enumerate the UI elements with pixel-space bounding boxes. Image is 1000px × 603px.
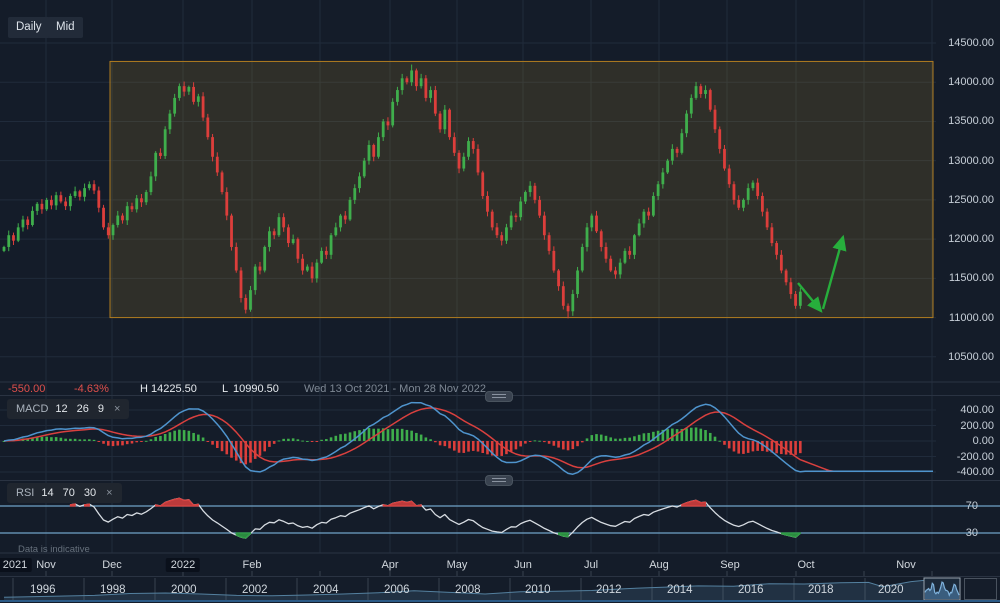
rsi-param-overbought: 70	[63, 487, 75, 499]
macd-axis-label: 200.00	[934, 420, 994, 432]
time-axis-label: Nov	[31, 558, 61, 572]
nav-year-label: 1998	[100, 584, 126, 596]
rsi-close-icon[interactable]: ×	[106, 487, 112, 499]
nav-year-label: 2002	[242, 584, 268, 596]
nav-year-label: 2004	[313, 584, 339, 596]
time-axis-label: Jul	[579, 558, 603, 572]
rsi-level-label: 30	[918, 527, 978, 539]
macd-axis-label: -400.00	[934, 466, 994, 478]
nav-year-label: 2020	[878, 584, 904, 596]
change-percent: -4.63%	[74, 383, 109, 395]
nav-year-label: 2008	[455, 584, 481, 596]
price-axis-label: 11500.00	[934, 272, 994, 284]
chart-canvas[interactable]	[0, 0, 1000, 603]
time-axis-label: 2022	[166, 558, 200, 572]
high-label: H	[140, 383, 148, 395]
time-axis-label: Oct	[792, 558, 819, 572]
macd-param-slow: 26	[77, 403, 89, 415]
time-axis-label: Aug	[644, 558, 674, 572]
timeframe-daily-button[interactable]: Daily	[8, 17, 50, 38]
date-range: Wed 13 Oct 2021 - Mon 28 Nov 2022	[304, 383, 486, 395]
panel-resize-handle-icon[interactable]	[485, 391, 513, 402]
navigator-future-box[interactable]	[965, 579, 997, 600]
macd-panel-series	[3, 403, 933, 475]
macd-axis-label: 400.00	[934, 404, 994, 416]
price-axis-label: 14500.00	[934, 37, 994, 49]
macd-axis-label: -200.00	[934, 451, 994, 463]
macd-axis-label: 0.00	[934, 435, 994, 447]
panel-resize-handle-icon[interactable]	[485, 475, 513, 486]
nav-year-label: 2016	[738, 584, 764, 596]
rsi-level-label: 70	[918, 500, 978, 512]
time-axis-label: 2021	[0, 558, 32, 572]
nav-year-label: 2012	[596, 584, 622, 596]
low-value: 10990.50	[233, 383, 279, 395]
time-axis-label: May	[442, 558, 473, 572]
rsi-param-oversold: 30	[84, 487, 96, 499]
price-axis-label: 10500.00	[934, 351, 994, 363]
chart-application: Daily Mid -550.00 -4.63% H 14225.50 L 10…	[0, 0, 1000, 603]
macd-close-icon[interactable]: ×	[114, 403, 120, 415]
time-axis-label: Sep	[715, 558, 745, 572]
price-axis-label: 12000.00	[934, 233, 994, 245]
macd-indicator-pill[interactable]: MACD 12 26 9 ×	[7, 399, 129, 419]
time-axis-label: Dec	[97, 558, 127, 572]
rsi-param-period: 14	[41, 487, 53, 499]
nav-year-label: 2014	[667, 584, 693, 596]
price-axis-label: 13500.00	[934, 115, 994, 127]
navigator-strip[interactable]	[0, 578, 1000, 601]
nav-year-label: 2018	[808, 584, 834, 596]
macd-param-signal: 9	[98, 403, 104, 415]
time-axis-label: Nov	[891, 558, 921, 572]
nav-year-label: 2000	[171, 584, 197, 596]
time-axis-label: Feb	[238, 558, 267, 572]
macd-param-fast: 12	[55, 403, 67, 415]
nav-year-label: 2010	[525, 584, 551, 596]
price-axis-label: 11000.00	[934, 312, 994, 324]
price-axis-label: 12500.00	[934, 194, 994, 206]
change-value: -550.00	[8, 383, 45, 395]
low-label: L	[222, 383, 228, 395]
data-indicative-watermark: Data is indicative	[18, 544, 90, 555]
price-axis-label: 13000.00	[934, 155, 994, 167]
nav-year-label: 1996	[30, 584, 56, 596]
time-axis-label: Apr	[376, 558, 403, 572]
macd-label: MACD	[16, 403, 48, 415]
price-type-mid-button[interactable]: Mid	[48, 17, 83, 38]
time-axis-label: Jun	[509, 558, 537, 572]
nav-year-label: 2006	[384, 584, 410, 596]
rsi-panel-series	[0, 498, 1000, 538]
range-box-annotation[interactable]	[110, 61, 933, 317]
rsi-label: RSI	[16, 487, 34, 499]
rsi-indicator-pill[interactable]: RSI 14 70 30 ×	[7, 483, 122, 503]
high-value: 14225.50	[151, 383, 197, 395]
price-axis-label: 14000.00	[934, 76, 994, 88]
